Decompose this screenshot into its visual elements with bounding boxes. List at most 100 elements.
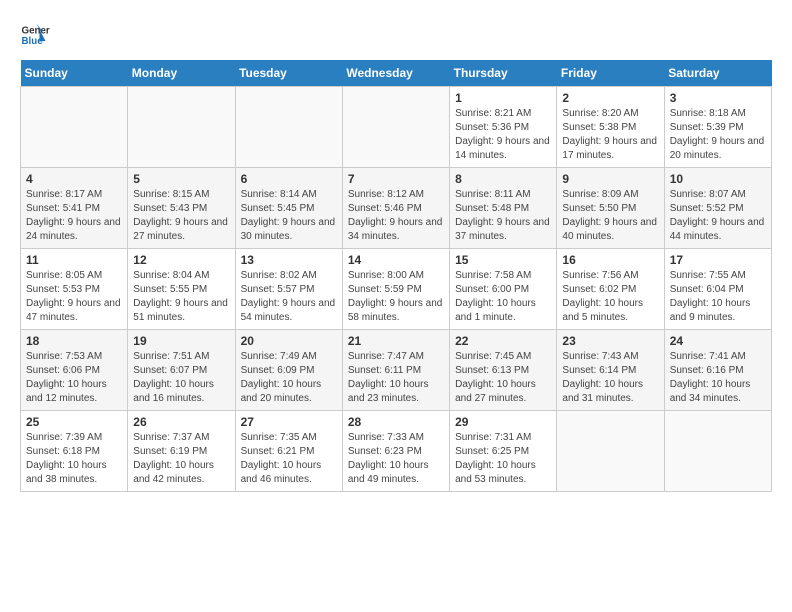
- day-info: Sunrise: 7:45 AM Sunset: 6:13 PM Dayligh…: [455, 350, 551, 406]
- calendar-cell: 28 Sunrise: 7:33 AM Sunset: 6:23 PM Dayli…: [342, 411, 449, 492]
- calendar-week-row: 25 Sunrise: 7:39 AM Sunset: 6:18 PM Dayli…: [21, 411, 772, 492]
- day-info: Sunrise: 7:41 AM Sunset: 6:16 PM Dayligh…: [670, 350, 766, 406]
- day-info: Sunrise: 8:21 AM Sunset: 5:36 PM Dayligh…: [455, 107, 551, 163]
- day-info: Sunrise: 7:31 AM Sunset: 6:25 PM Dayligh…: [455, 431, 551, 487]
- day-number: 19: [133, 334, 229, 348]
- day-info: Sunrise: 8:04 AM Sunset: 5:55 PM Dayligh…: [133, 269, 229, 325]
- calendar-cell: 25 Sunrise: 7:39 AM Sunset: 6:18 PM Dayli…: [21, 411, 128, 492]
- header-monday: Monday: [128, 60, 235, 87]
- calendar-cell: [342, 87, 449, 168]
- calendar-cell: 7 Sunrise: 8:12 AM Sunset: 5:46 PM Daylig…: [342, 168, 449, 249]
- calendar-cell: 23 Sunrise: 7:43 AM Sunset: 6:14 PM Dayli…: [557, 330, 664, 411]
- day-number: 23: [562, 334, 658, 348]
- day-number: 20: [241, 334, 337, 348]
- calendar-cell: 19 Sunrise: 7:51 AM Sunset: 6:07 PM Dayli…: [128, 330, 235, 411]
- day-number: 18: [26, 334, 122, 348]
- calendar-cell: 27 Sunrise: 7:35 AM Sunset: 6:21 PM Dayli…: [235, 411, 342, 492]
- day-info: Sunrise: 7:55 AM Sunset: 6:04 PM Dayligh…: [670, 269, 766, 325]
- day-info: Sunrise: 8:14 AM Sunset: 5:45 PM Dayligh…: [241, 188, 337, 244]
- day-number: 16: [562, 253, 658, 267]
- calendar-cell: 12 Sunrise: 8:04 AM Sunset: 5:55 PM Dayli…: [128, 249, 235, 330]
- day-number: 27: [241, 415, 337, 429]
- header: General Blue: [20, 20, 772, 50]
- day-number: 21: [348, 334, 444, 348]
- day-number: 2: [562, 91, 658, 105]
- calendar-cell: 11 Sunrise: 8:05 AM Sunset: 5:53 PM Dayli…: [21, 249, 128, 330]
- day-number: 22: [455, 334, 551, 348]
- day-number: 6: [241, 172, 337, 186]
- day-info: Sunrise: 7:53 AM Sunset: 6:06 PM Dayligh…: [26, 350, 122, 406]
- calendar-week-row: 4 Sunrise: 8:17 AM Sunset: 5:41 PM Daylig…: [21, 168, 772, 249]
- day-number: 28: [348, 415, 444, 429]
- day-info: Sunrise: 8:11 AM Sunset: 5:48 PM Dayligh…: [455, 188, 551, 244]
- calendar-cell: 9 Sunrise: 8:09 AM Sunset: 5:50 PM Daylig…: [557, 168, 664, 249]
- day-number: 13: [241, 253, 337, 267]
- day-number: 29: [455, 415, 551, 429]
- day-info: Sunrise: 8:09 AM Sunset: 5:50 PM Dayligh…: [562, 188, 658, 244]
- calendar-cell: 8 Sunrise: 8:11 AM Sunset: 5:48 PM Daylig…: [450, 168, 557, 249]
- header-saturday: Saturday: [664, 60, 771, 87]
- calendar-cell: 17Sunrise: 7:55 AM Sunset: 6:04 PM Dayli…: [664, 249, 771, 330]
- day-number: 5: [133, 172, 229, 186]
- calendar-cell: [21, 87, 128, 168]
- day-number: 4: [26, 172, 122, 186]
- calendar-cell: 4 Sunrise: 8:17 AM Sunset: 5:41 PM Daylig…: [21, 168, 128, 249]
- svg-text:General: General: [22, 26, 51, 37]
- day-number: 12: [133, 253, 229, 267]
- calendar-cell: 6 Sunrise: 8:14 AM Sunset: 5:45 PM Daylig…: [235, 168, 342, 249]
- day-info: Sunrise: 8:02 AM Sunset: 5:57 PM Dayligh…: [241, 269, 337, 325]
- calendar-cell: 22 Sunrise: 7:45 AM Sunset: 6:13 PM Dayli…: [450, 330, 557, 411]
- calendar-cell: 24 Sunrise: 7:41 AM Sunset: 6:16 PM Dayli…: [664, 330, 771, 411]
- calendar-cell: 1Sunrise: 8:21 AM Sunset: 5:36 PM Daylig…: [450, 87, 557, 168]
- day-number: 8: [455, 172, 551, 186]
- day-info: Sunrise: 7:43 AM Sunset: 6:14 PM Dayligh…: [562, 350, 658, 406]
- day-info: Sunrise: 8:17 AM Sunset: 5:41 PM Dayligh…: [26, 188, 122, 244]
- calendar-cell: 5 Sunrise: 8:15 AM Sunset: 5:43 PM Daylig…: [128, 168, 235, 249]
- calendar-cell: 14Sunrise: 8:00 AM Sunset: 5:59 PM Dayli…: [342, 249, 449, 330]
- calendar-week-row: 18 Sunrise: 7:53 AM Sunset: 6:06 PM Dayli…: [21, 330, 772, 411]
- calendar-cell: 21 Sunrise: 7:47 AM Sunset: 6:11 PM Dayli…: [342, 330, 449, 411]
- day-number: 24: [670, 334, 766, 348]
- header-thursday: Thursday: [450, 60, 557, 87]
- day-info: Sunrise: 7:37 AM Sunset: 6:19 PM Dayligh…: [133, 431, 229, 487]
- day-info: Sunrise: 7:49 AM Sunset: 6:09 PM Dayligh…: [241, 350, 337, 406]
- day-number: 25: [26, 415, 122, 429]
- calendar-header-row: SundayMondayTuesdayWednesdayThursdayFrid…: [21, 60, 772, 87]
- header-sunday: Sunday: [21, 60, 128, 87]
- day-info: Sunrise: 8:15 AM Sunset: 5:43 PM Dayligh…: [133, 188, 229, 244]
- day-number: 10: [670, 172, 766, 186]
- day-number: 15: [455, 253, 551, 267]
- calendar-week-row: 1Sunrise: 8:21 AM Sunset: 5:36 PM Daylig…: [21, 87, 772, 168]
- day-info: Sunrise: 7:51 AM Sunset: 6:07 PM Dayligh…: [133, 350, 229, 406]
- day-info: Sunrise: 8:12 AM Sunset: 5:46 PM Dayligh…: [348, 188, 444, 244]
- day-number: 3: [670, 91, 766, 105]
- calendar-cell: 2 Sunrise: 8:20 AM Sunset: 5:38 PM Daylig…: [557, 87, 664, 168]
- header-wednesday: Wednesday: [342, 60, 449, 87]
- day-number: 11: [26, 253, 122, 267]
- header-friday: Friday: [557, 60, 664, 87]
- calendar-cell: 26Sunrise: 7:37 AM Sunset: 6:19 PM Dayli…: [128, 411, 235, 492]
- calendar-cell: 13 Sunrise: 8:02 AM Sunset: 5:57 PM Dayli…: [235, 249, 342, 330]
- calendar-cell: 20 Sunrise: 7:49 AM Sunset: 6:09 PM Dayli…: [235, 330, 342, 411]
- day-info: Sunrise: 8:00 AM Sunset: 5:59 PM Dayligh…: [348, 269, 444, 325]
- day-info: Sunrise: 8:07 AM Sunset: 5:52 PM Dayligh…: [670, 188, 766, 244]
- calendar-cell: 16Sunrise: 7:56 AM Sunset: 6:02 PM Dayli…: [557, 249, 664, 330]
- calendar-cell: [557, 411, 664, 492]
- day-info: Sunrise: 7:47 AM Sunset: 6:11 PM Dayligh…: [348, 350, 444, 406]
- day-number: 9: [562, 172, 658, 186]
- calendar-cell: 18 Sunrise: 7:53 AM Sunset: 6:06 PM Dayli…: [21, 330, 128, 411]
- day-info: Sunrise: 8:05 AM Sunset: 5:53 PM Dayligh…: [26, 269, 122, 325]
- day-info: Sunrise: 8:20 AM Sunset: 5:38 PM Dayligh…: [562, 107, 658, 163]
- calendar-table: SundayMondayTuesdayWednesdayThursdayFrid…: [20, 60, 772, 492]
- day-number: 7: [348, 172, 444, 186]
- calendar-cell: [664, 411, 771, 492]
- calendar-cell: 29 Sunrise: 7:31 AM Sunset: 6:25 PM Dayli…: [450, 411, 557, 492]
- logo: General Blue: [20, 20, 50, 50]
- day-info: Sunrise: 7:58 AM Sunset: 6:00 PM Dayligh…: [455, 269, 551, 325]
- calendar-week-row: 11 Sunrise: 8:05 AM Sunset: 5:53 PM Dayli…: [21, 249, 772, 330]
- day-info: Sunrise: 8:18 AM Sunset: 5:39 PM Dayligh…: [670, 107, 766, 163]
- day-info: Sunrise: 7:33 AM Sunset: 6:23 PM Dayligh…: [348, 431, 444, 487]
- day-info: Sunrise: 7:35 AM Sunset: 6:21 PM Dayligh…: [241, 431, 337, 487]
- day-info: Sunrise: 7:39 AM Sunset: 6:18 PM Dayligh…: [26, 431, 122, 487]
- calendar-cell: 15 Sunrise: 7:58 AM Sunset: 6:00 PM Dayli…: [450, 249, 557, 330]
